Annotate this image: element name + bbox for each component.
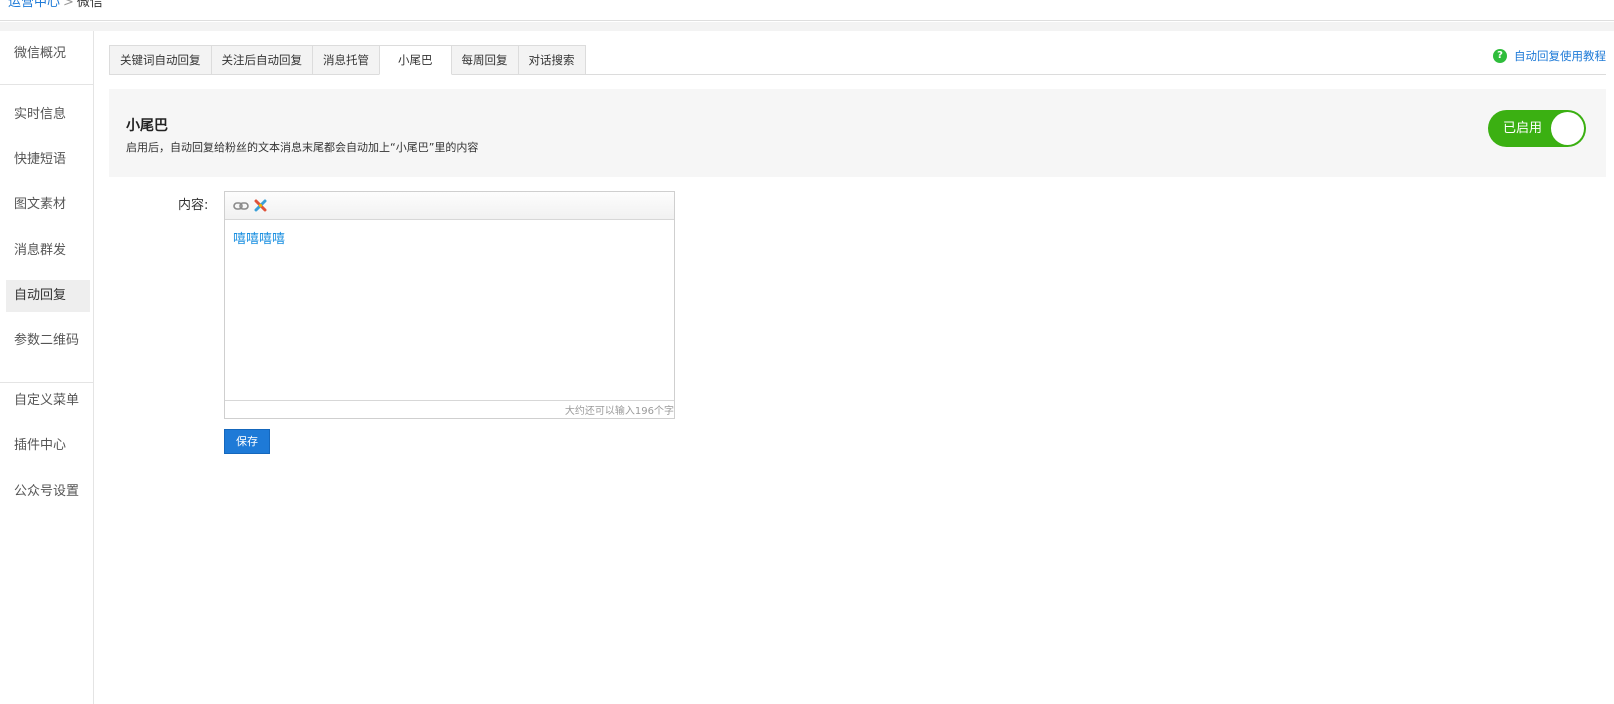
tab-tail[interactable]: 小尾巴: [379, 45, 452, 75]
question-circle-icon: ?: [1493, 49, 1507, 63]
tab-message-hosting[interactable]: 消息托管: [312, 45, 380, 75]
help-tutorial-label: 自动回复使用教程: [1514, 49, 1606, 63]
unlink-icon[interactable]: [253, 198, 268, 213]
content-editor: 嘻嘻嘻嘻 大约还可以输入196个字: [224, 191, 675, 419]
sidebar-item-mass-messages[interactable]: 消息群发: [6, 235, 90, 267]
panel-description: 启用后，自动回复给粉丝的文本消息末尾都会自动加上“小尾巴”里的内容: [126, 141, 479, 154]
sidebar-item-custom-menu[interactable]: 自定义菜单: [6, 385, 90, 417]
tab-follow-reply[interactable]: 关注后自动回复: [210, 45, 313, 75]
help-tutorial-link[interactable]: ? 自动回复使用教程: [1493, 48, 1606, 64]
sidebar-item-account-settings[interactable]: 公众号设置: [6, 476, 90, 508]
sidebar-item-quick-phrases[interactable]: 快捷短语: [6, 144, 90, 176]
breadcrumb-current: 微信: [76, 0, 103, 10]
sidebar-item-auto-reply[interactable]: 自动回复: [6, 280, 90, 312]
breadcrumb: 运营中心 > 微信: [8, 0, 103, 10]
tab-underline: [109, 74, 1606, 75]
sidebar-item-media-materials[interactable]: 图文素材: [6, 189, 90, 221]
breadcrumb-separator: >: [63, 0, 74, 10]
tail-info-panel: 小尾巴 启用后，自动回复给粉丝的文本消息末尾都会自动加上“小尾巴”里的内容: [109, 89, 1606, 177]
save-button[interactable]: 保存: [224, 429, 270, 454]
tab-keyword-reply[interactable]: 关键词自动回复: [109, 45, 212, 75]
enable-toggle[interactable]: 已启用: [1488, 110, 1586, 147]
char-count: 大约还可以输入196个字: [564, 406, 674, 417]
content-label: 内容:: [178, 198, 209, 213]
sidebar-item-realtime-messages[interactable]: 实时信息: [6, 99, 90, 131]
panel-title: 小尾巴: [126, 118, 168, 134]
link-icon[interactable]: [233, 200, 249, 212]
tab-weekly-reply[interactable]: 每周回复: [450, 45, 519, 75]
top-bar: 运营中心 > 微信: [0, 0, 1614, 21]
breadcrumb-link[interactable]: 运营中心: [8, 0, 60, 10]
toggle-label: 已启用: [1503, 121, 1543, 136]
sidebar-item-param-qrcode[interactable]: 参数二维码: [6, 325, 90, 357]
sidebar-item-overview[interactable]: 微信概况: [6, 38, 90, 70]
sidebar-divider: [0, 382, 93, 383]
sidebar-divider: [0, 84, 93, 85]
editor-toolbar: [225, 192, 674, 220]
sidebar-item-plugin-center[interactable]: 插件中心: [6, 430, 90, 462]
header-band: [0, 22, 1614, 31]
sidebar: 微信概况 实时信息 快捷短语 图文素材 消息群发 自动回复 参数二维码 自定义菜…: [0, 31, 94, 704]
tab-bar: 关键词自动回复 关注后自动回复 消息托管 小尾巴 每周回复 对话搜索: [109, 45, 586, 75]
content-textarea[interactable]: 嘻嘻嘻嘻: [225, 220, 674, 401]
toggle-knob: [1551, 112, 1584, 145]
tab-chat-search[interactable]: 对话搜索: [517, 45, 586, 75]
